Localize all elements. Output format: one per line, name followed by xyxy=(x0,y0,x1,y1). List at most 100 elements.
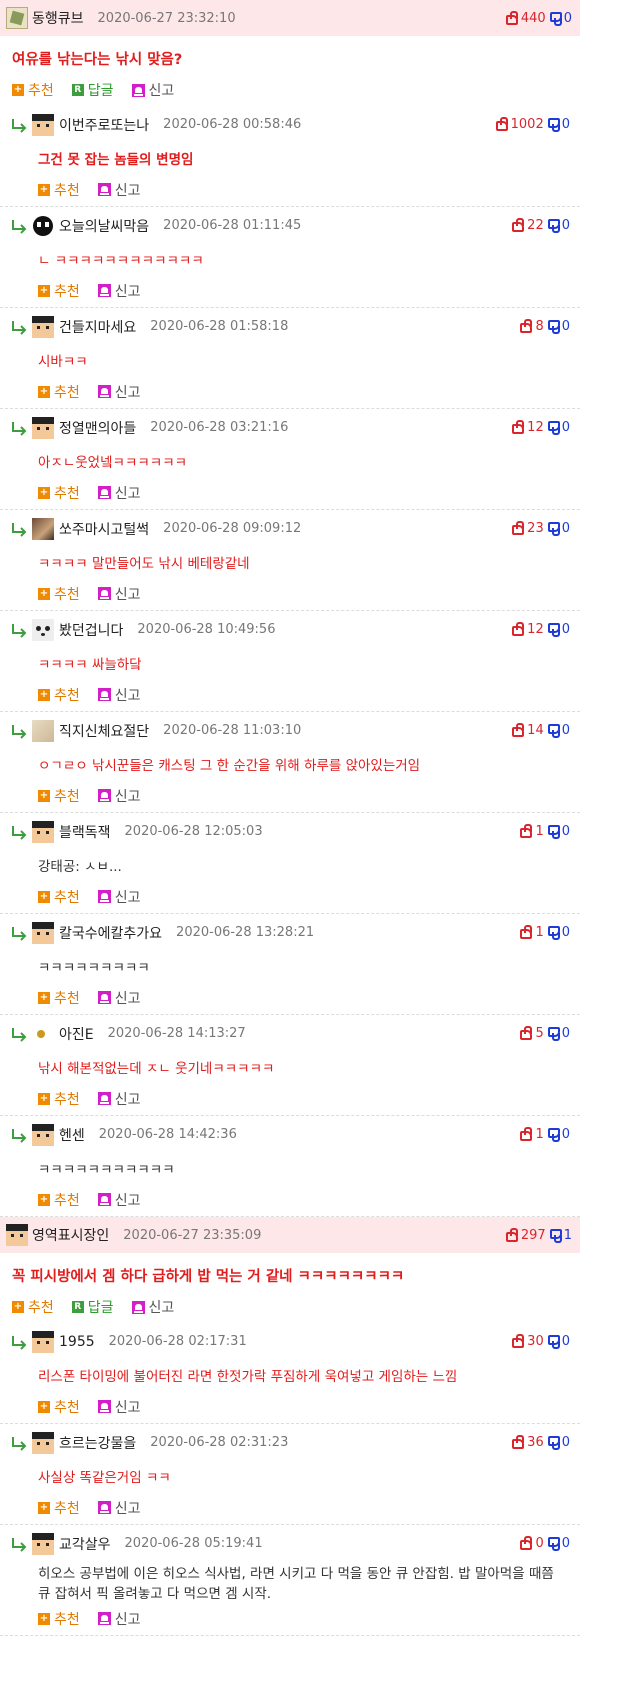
thumbs-down-icon[interactable] xyxy=(547,421,560,435)
report-button[interactable]: 신고 xyxy=(97,1609,141,1629)
reply-header: 아진E 2020-06-28 14:13:27 5 0 xyxy=(0,1015,580,1052)
upvote-count: 12 xyxy=(527,420,544,435)
reply-header: 봤던겁니다 2020-06-28 10:49:56 12 0 xyxy=(0,611,580,648)
thumbs-down-icon[interactable] xyxy=(547,1537,560,1551)
thumbs-up-icon[interactable] xyxy=(512,420,525,434)
report-button[interactable]: 신고 xyxy=(97,180,141,200)
thumbs-down-icon[interactable] xyxy=(547,1436,560,1450)
recommend-button[interactable]: + 추천 xyxy=(38,1397,80,1417)
author-name[interactable]: 1955 xyxy=(59,1334,95,1350)
thumbs-up-icon[interactable] xyxy=(512,723,525,737)
author-name[interactable]: 직지신체요절단 xyxy=(59,721,149,741)
recommend-button[interactable]: + 추천 xyxy=(12,1297,54,1317)
thumbs-up-icon[interactable] xyxy=(520,1026,533,1040)
thumbs-down-icon[interactable] xyxy=(547,825,560,839)
author-name[interactable]: 봤던겁니다 xyxy=(59,620,123,640)
reply-arrow-icon xyxy=(12,320,27,335)
thumbs-up-icon[interactable] xyxy=(505,10,518,25)
recommend-button[interactable]: + 추천 xyxy=(38,281,80,301)
recommend-button[interactable]: + 추천 xyxy=(38,1089,80,1109)
author-name[interactable]: 헨센 xyxy=(59,1125,85,1145)
vote-counts: 12 0 xyxy=(512,420,570,435)
author-name[interactable]: 건들지마세요 xyxy=(59,317,136,337)
report-button[interactable]: 신고 xyxy=(97,685,141,705)
report-button[interactable]: 신고 xyxy=(97,584,141,604)
report-button[interactable]: 신고 xyxy=(97,1089,141,1109)
reply-icon: R xyxy=(71,1301,84,1313)
reply-button[interactable]: R 답글 xyxy=(71,1297,114,1317)
thumbs-up-icon[interactable] xyxy=(520,1127,533,1141)
thumbs-up-icon[interactable] xyxy=(520,824,533,838)
thumbs-down-icon[interactable] xyxy=(547,118,560,132)
author-name[interactable]: 이번주로또는나 xyxy=(59,115,149,135)
recommend-button[interactable]: + 추천 xyxy=(38,382,80,402)
reply-header: 교각살우 2020-06-28 05:19:41 0 0 xyxy=(0,1525,580,1562)
thumbs-up-icon[interactable] xyxy=(520,925,533,939)
thumbs-down-icon[interactable] xyxy=(547,320,560,334)
report-button[interactable]: 신고 xyxy=(97,483,141,503)
recommend-label: 추천 xyxy=(54,990,80,1007)
siren-icon xyxy=(97,688,111,701)
thumbs-down-icon[interactable] xyxy=(547,1128,560,1142)
thumbs-up-icon[interactable] xyxy=(512,622,525,636)
downvote-count: 0 xyxy=(561,723,570,738)
report-button[interactable]: 신고 xyxy=(97,1397,141,1417)
report-button[interactable]: 신고 xyxy=(131,80,174,100)
report-button[interactable]: 신고 xyxy=(97,786,141,806)
recommend-button[interactable]: + 추천 xyxy=(38,180,80,200)
author-name[interactable]: 교각살우 xyxy=(59,1534,111,1554)
thumbs-down-icon[interactable] xyxy=(547,623,560,637)
reply-item: 아진E 2020-06-28 14:13:27 5 0 낚시 해본적없는데 ㅈㄴ 웃기네… xyxy=(0,1015,580,1116)
report-button[interactable]: 신고 xyxy=(97,1498,141,1518)
comment-thread: 영역표시장인 2020-06-27 23:35:09 297 1 꼭 피시방에서 겜 하… xyxy=(0,1217,580,1636)
report-button[interactable]: 신고 xyxy=(97,887,141,907)
reply-text: ㅋㅋㅋㅋ 말만들어도 낚시 베테랑같네 xyxy=(38,556,250,572)
thumbs-down-icon[interactable] xyxy=(547,926,560,940)
comment-actions: + 추천 신고 xyxy=(0,880,580,913)
reply-header: 정열맨의아들 2020-06-28 03:21:16 12 0 xyxy=(0,409,580,446)
author-name[interactable]: 쏘주마시고털썩 xyxy=(59,519,149,539)
recommend-button[interactable]: + 추천 xyxy=(38,685,80,705)
recommend-button[interactable]: + 추천 xyxy=(12,80,54,100)
thumbs-down-icon[interactable] xyxy=(549,1228,562,1243)
thumbs-down-icon[interactable] xyxy=(549,11,562,26)
recommend-button[interactable]: + 추천 xyxy=(38,1190,80,1210)
recommend-label: 추천 xyxy=(28,1300,54,1316)
author-name[interactable]: 아진E xyxy=(59,1024,94,1044)
recommend-button[interactable]: + 추천 xyxy=(38,483,80,503)
plus-icon: + xyxy=(38,1193,50,1206)
author-name[interactable]: 블랙독잭 xyxy=(59,822,111,842)
thumbs-up-icon[interactable] xyxy=(495,117,508,131)
author-name[interactable]: 흐르는강물을 xyxy=(59,1433,136,1453)
thumbs-down-icon[interactable] xyxy=(547,522,560,536)
reply-button[interactable]: R 답글 xyxy=(71,80,114,100)
recommend-button[interactable]: + 추천 xyxy=(38,786,80,806)
recommend-button[interactable]: + 추천 xyxy=(38,584,80,604)
thumbs-down-icon[interactable] xyxy=(547,1027,560,1041)
author-name[interactable]: 동행큐브 xyxy=(32,8,84,28)
thumbs-up-icon[interactable] xyxy=(512,218,525,232)
report-button[interactable]: 신고 xyxy=(131,1297,174,1317)
recommend-button[interactable]: + 추천 xyxy=(38,1609,80,1629)
thumbs-up-icon[interactable] xyxy=(512,1435,525,1449)
thumbs-up-icon[interactable] xyxy=(520,319,533,333)
report-button[interactable]: 신고 xyxy=(97,281,141,301)
reply-header: 직지신체요절단 2020-06-28 11:03:10 14 0 xyxy=(0,712,580,749)
report-button[interactable]: 신고 xyxy=(97,1190,141,1210)
thumbs-down-icon[interactable] xyxy=(547,1335,560,1349)
report-button[interactable]: 신고 xyxy=(97,382,141,402)
author-name[interactable]: 정열맨의아들 xyxy=(59,418,136,438)
recommend-button[interactable]: + 추천 xyxy=(38,887,80,907)
thumbs-up-icon[interactable] xyxy=(512,521,525,535)
recommend-button[interactable]: + 추천 xyxy=(38,988,80,1008)
recommend-button[interactable]: + 추천 xyxy=(38,1498,80,1518)
thumbs-up-icon[interactable] xyxy=(505,1227,518,1242)
thumbs-up-icon[interactable] xyxy=(520,1536,533,1550)
report-button[interactable]: 신고 xyxy=(97,988,141,1008)
thumbs-down-icon[interactable] xyxy=(547,219,560,233)
thumbs-up-icon[interactable] xyxy=(512,1334,525,1348)
author-name[interactable]: 영역표시장인 xyxy=(32,1225,109,1245)
author-name[interactable]: 칼국수에칼추가요 xyxy=(59,923,162,943)
thumbs-down-icon[interactable] xyxy=(547,724,560,738)
author-name[interactable]: 오늘의날씨막음 xyxy=(59,216,149,236)
